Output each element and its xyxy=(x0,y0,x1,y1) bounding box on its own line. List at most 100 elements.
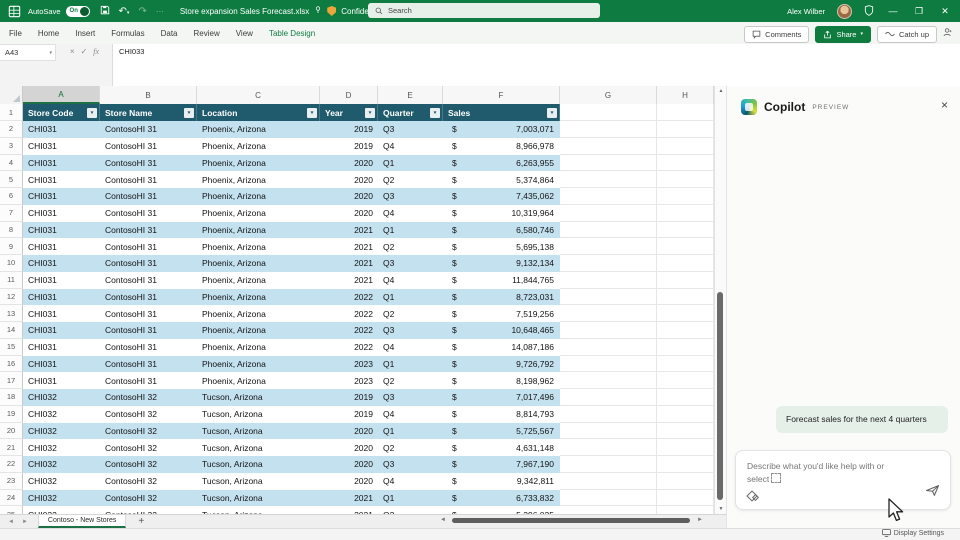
cell[interactable]: 2022 xyxy=(320,289,378,306)
header-cell[interactable]: Year▾ xyxy=(320,104,378,121)
cell[interactable]: 2021 xyxy=(320,506,378,514)
redo-icon[interactable]: ↷ xyxy=(138,6,146,17)
cell[interactable] xyxy=(560,339,657,356)
cell[interactable]: ContosoHI 32 xyxy=(100,389,197,406)
row-header-11[interactable]: 11 xyxy=(0,272,23,289)
column-header-d[interactable]: D xyxy=(320,86,378,104)
cell[interactable]: ContosoHI 31 xyxy=(100,171,197,188)
display-settings-button[interactable]: Display Settings xyxy=(882,529,944,537)
cell[interactable]: Phoenix, Arizona xyxy=(197,272,320,289)
sales-cell[interactable]: $10,319,964 xyxy=(443,205,560,222)
row-header-6[interactable]: 6 xyxy=(0,188,23,205)
row-header-24[interactable]: 24 xyxy=(0,490,23,507)
cell[interactable]: ContosoHI 31 xyxy=(100,339,197,356)
cell[interactable] xyxy=(657,272,714,289)
pin-icon[interactable] xyxy=(314,6,322,16)
cell[interactable]: Phoenix, Arizona xyxy=(197,372,320,389)
row-header-22[interactable]: 22 xyxy=(0,456,23,473)
cell[interactable]: ContosoHI 31 xyxy=(100,255,197,272)
cell[interactable]: 2020 xyxy=(320,473,378,490)
sales-cell[interactable]: $5,695,138 xyxy=(443,238,560,255)
cell[interactable]: CHI031 xyxy=(23,222,100,239)
cell[interactable]: Q2 xyxy=(378,439,443,456)
cell[interactable] xyxy=(560,406,657,423)
cell[interactable]: Phoenix, Arizona xyxy=(197,339,320,356)
cell[interactable] xyxy=(560,205,657,222)
cell[interactable]: Q2 xyxy=(378,305,443,322)
cell[interactable]: Q1 xyxy=(378,356,443,373)
cell[interactable]: Phoenix, Arizona xyxy=(197,121,320,138)
cell[interactable] xyxy=(560,305,657,322)
sales-cell[interactable]: $5,374,864 xyxy=(443,171,560,188)
cell[interactable]: ContosoHI 31 xyxy=(100,121,197,138)
cell[interactable] xyxy=(560,389,657,406)
cell[interactable]: CHI031 xyxy=(23,372,100,389)
cell[interactable]: Q4 xyxy=(378,406,443,423)
filter-button[interactable]: ▾ xyxy=(307,108,317,118)
cell[interactable]: CHI031 xyxy=(23,272,100,289)
cell[interactable]: Phoenix, Arizona xyxy=(197,205,320,222)
header-cell[interactable]: Sales▾ xyxy=(443,104,560,121)
sales-cell[interactable]: $9,132,134 xyxy=(443,255,560,272)
cell[interactable]: 2020 xyxy=(320,155,378,172)
row-header-9[interactable]: 9 xyxy=(0,238,23,255)
cell[interactable]: ContosoHI 31 xyxy=(100,222,197,239)
prompt-guide-icon[interactable] xyxy=(748,490,758,500)
scroll-left-icon[interactable]: ◄ xyxy=(440,517,446,523)
cell[interactable] xyxy=(560,104,657,121)
customize-toolbar-icon[interactable]: ⋯ xyxy=(156,7,164,16)
sales-cell[interactable]: $7,967,190 xyxy=(443,456,560,473)
cell[interactable]: 2019 xyxy=(320,389,378,406)
cell[interactable]: CHI031 xyxy=(23,289,100,306)
cell[interactable] xyxy=(657,490,714,507)
cell[interactable]: Q3 xyxy=(378,456,443,473)
row-header-25[interactable]: 25 xyxy=(0,506,23,514)
cell[interactable]: ContosoHI 31 xyxy=(100,305,197,322)
cell[interactable]: CHI031 xyxy=(23,356,100,373)
cell[interactable] xyxy=(560,289,657,306)
sales-cell[interactable]: $8,723,031 xyxy=(443,289,560,306)
cell[interactable] xyxy=(560,356,657,373)
cell[interactable] xyxy=(657,138,714,155)
cell[interactable]: Q4 xyxy=(378,205,443,222)
cell[interactable]: CHI032 xyxy=(23,490,100,507)
tab-table-design[interactable]: Table Design xyxy=(269,29,315,38)
cell[interactable]: CHI032 xyxy=(23,456,100,473)
sales-cell[interactable]: $14,087,186 xyxy=(443,339,560,356)
column-header-c[interactable]: C xyxy=(197,86,320,104)
cell[interactable] xyxy=(560,473,657,490)
cell[interactable]: 2020 xyxy=(320,188,378,205)
cell[interactable]: Tucson, Arizona xyxy=(197,456,320,473)
cell[interactable] xyxy=(560,439,657,456)
row-header-10[interactable]: 10 xyxy=(0,255,23,272)
cell[interactable]: CHI032 xyxy=(23,473,100,490)
undo-icon[interactable]: ↶▾ xyxy=(119,6,130,17)
cell[interactable]: Phoenix, Arizona xyxy=(197,322,320,339)
tab-view[interactable]: View xyxy=(236,29,253,38)
document-title[interactable]: Store expansion Sales Forecast.xlsx xyxy=(180,7,309,16)
cell[interactable] xyxy=(657,339,714,356)
cell[interactable]: 2020 xyxy=(320,171,378,188)
cell[interactable] xyxy=(657,356,714,373)
sheet-tab-active[interactable]: Contoso - New Stores xyxy=(38,515,126,528)
cell[interactable]: ContosoHI 31 xyxy=(100,238,197,255)
cell[interactable] xyxy=(560,372,657,389)
row-header-21[interactable]: 21 xyxy=(0,439,23,456)
cell[interactable] xyxy=(560,456,657,473)
minimize-button[interactable]: — xyxy=(886,6,900,16)
insert-function-icon[interactable]: fx xyxy=(93,47,99,56)
cell[interactable]: Phoenix, Arizona xyxy=(197,305,320,322)
cell[interactable]: 2021 xyxy=(320,238,378,255)
copilot-input[interactable]: Describe what you'd like help with or se… xyxy=(735,450,951,510)
header-cell[interactable]: Location▾ xyxy=(197,104,320,121)
cell[interactable]: ContosoHI 32 xyxy=(100,423,197,440)
header-cell[interactable]: Quarter▾ xyxy=(378,104,443,121)
column-header-g[interactable]: G xyxy=(560,86,657,104)
sales-cell[interactable]: $6,580,746 xyxy=(443,222,560,239)
cell[interactable]: CHI031 xyxy=(23,188,100,205)
cell[interactable]: CHI032 xyxy=(23,423,100,440)
cell[interactable]: ContosoHI 32 xyxy=(100,490,197,507)
cell[interactable] xyxy=(657,255,714,272)
cell[interactable]: 2023 xyxy=(320,356,378,373)
cell[interactable] xyxy=(657,322,714,339)
